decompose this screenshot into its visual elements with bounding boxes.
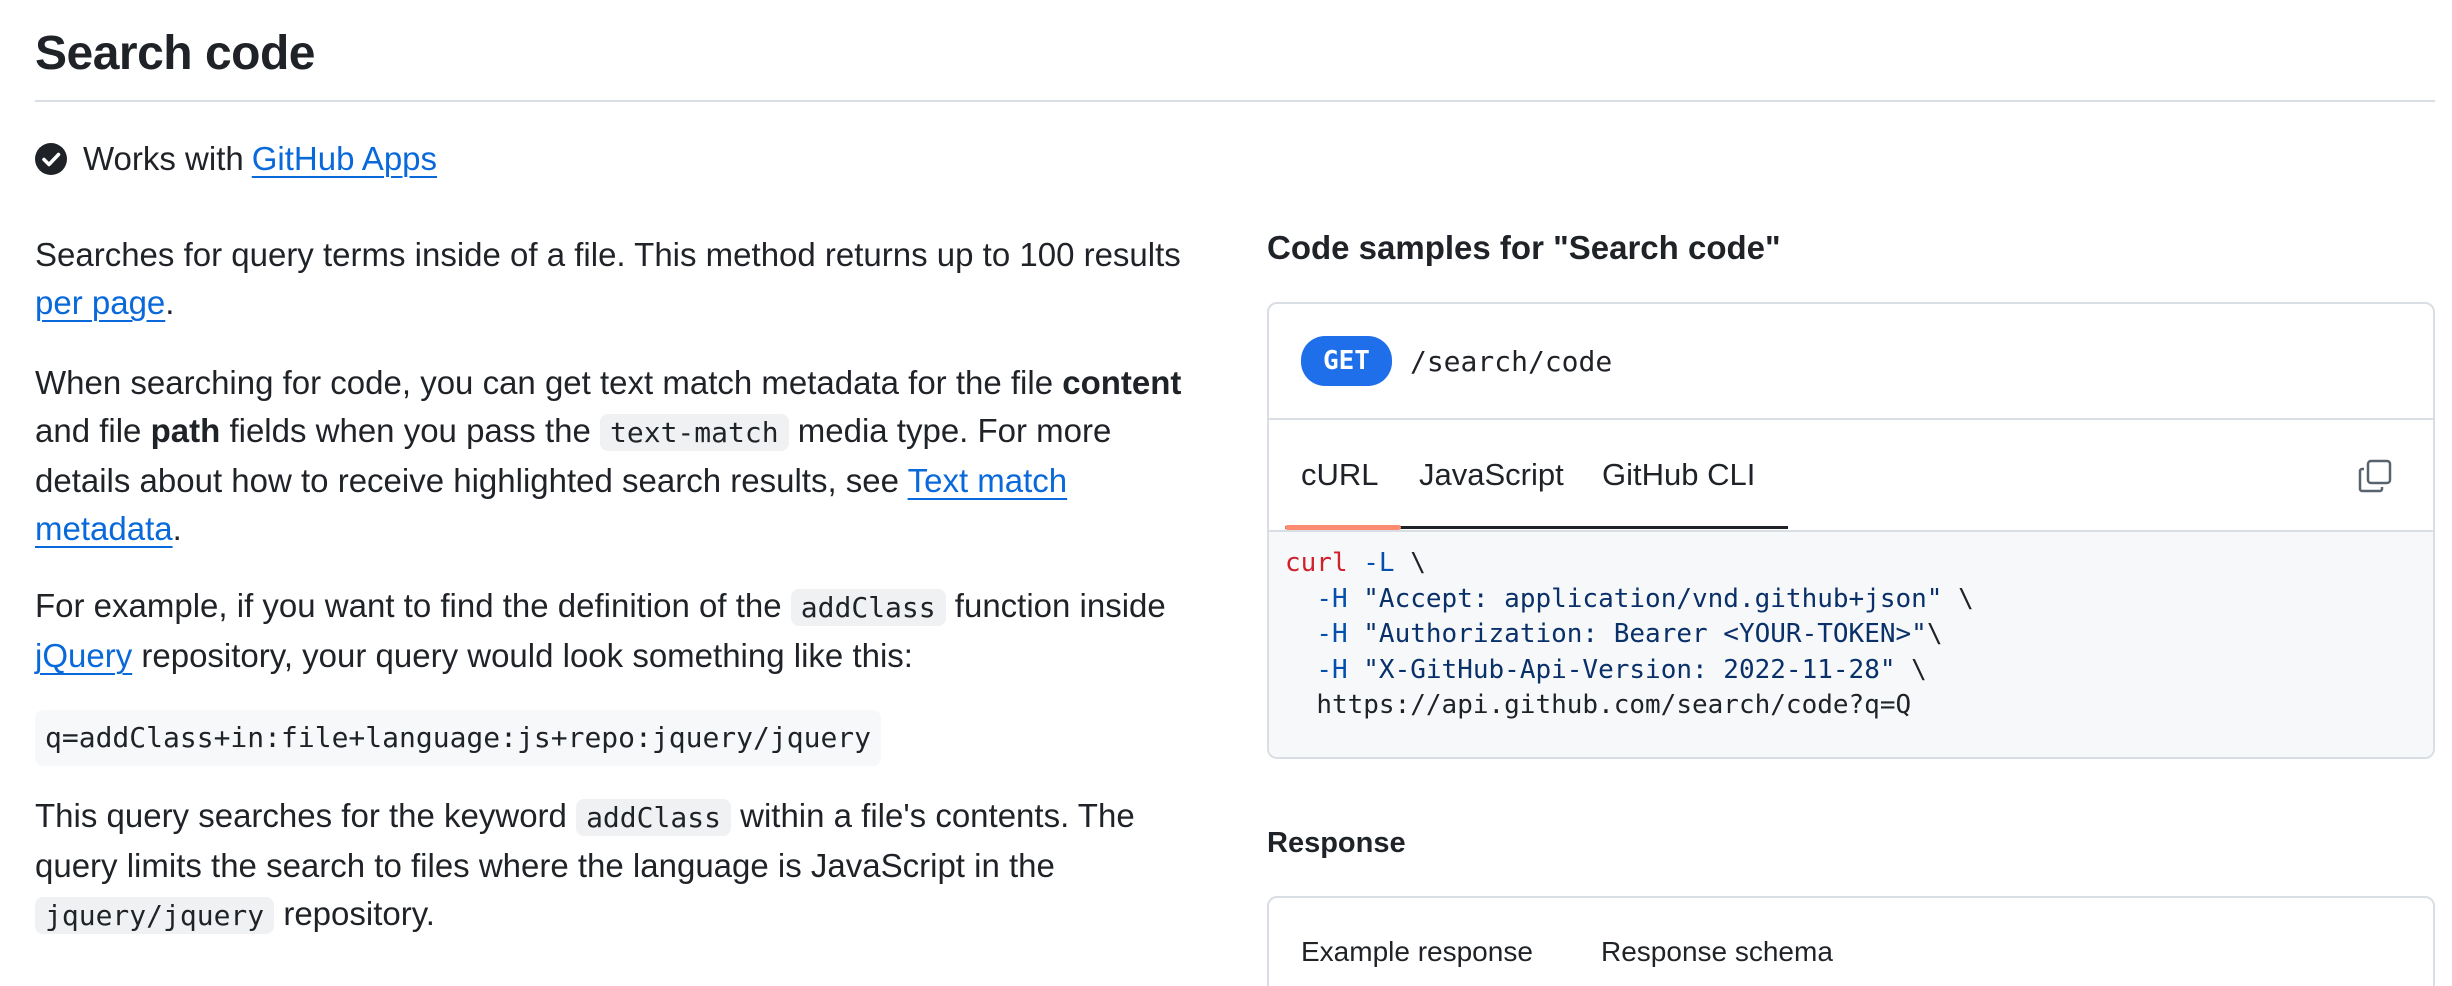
code-version-header: "X-GitHub-Api-Version: 2022-11-28"	[1363, 654, 1896, 685]
code-flag-h1: -H	[1316, 583, 1348, 614]
desc-p2-t5: .	[172, 510, 182, 547]
desc-p1-text: Searches for query terms inside of a fil…	[35, 236, 1181, 273]
endpoint-path: /search/code	[1409, 344, 1613, 378]
title-divider	[35, 100, 2435, 102]
desc-p5-t1: This query searches for the keyword	[35, 797, 567, 834]
desc-p3-t1: For example, if you want to find the def…	[35, 587, 782, 624]
code-line2-rest: \	[1942, 583, 1974, 614]
tab-javascript[interactable]: JavaScript	[1419, 420, 1564, 530]
response-heading: Response	[1267, 827, 1406, 859]
text-match-code: text-match	[600, 414, 789, 451]
copy-icon[interactable]	[2357, 458, 2393, 494]
code-line4-rest: \	[1895, 654, 1927, 685]
desc-p2-t2: and file	[35, 412, 142, 449]
jquery-repo-code: jquery/jquery	[35, 897, 275, 934]
works-with-label: Works with	[83, 140, 244, 177]
github-apps-link[interactable]: GitHub Apps	[252, 138, 437, 180]
check-circle-icon	[35, 143, 67, 175]
desc-p1-end: .	[165, 284, 175, 321]
description-paragraph-1: Searches for query terms inside of a fil…	[35, 231, 1205, 327]
query-example: q=addClass+in:file+language:js+repo:jque…	[35, 710, 1205, 766]
description-paragraph-5: This query searches for the keyword addC…	[35, 792, 1205, 940]
works-with-row: Works with GitHub Apps	[35, 138, 437, 180]
page-title: Search code	[35, 27, 315, 80]
code-samples-heading: Code samples for "Search code"	[1267, 229, 1781, 266]
response-panel: Example response Response schema	[1267, 896, 2435, 986]
per-page-link[interactable]: per page	[35, 284, 165, 321]
desc-p3-t3: repository, your query would look someth…	[141, 637, 913, 674]
addclass-code-2: addClass	[576, 799, 731, 836]
desc-p2-t1: When searching for code, you can get tex…	[35, 364, 1054, 401]
desc-p3-t2: function inside	[954, 587, 1166, 624]
code-flag-l: -L	[1363, 548, 1395, 578]
code-line1-rest: \	[1394, 548, 1426, 578]
desc-p2-bold-path: path	[150, 412, 221, 449]
code-flag-h2: -H	[1316, 619, 1348, 649]
code-flag-h3: -H	[1316, 654, 1348, 685]
addclass-code: addClass	[790, 589, 946, 626]
http-method-badge: GET	[1301, 336, 1392, 386]
code-url: https://api.github.com/search/code?q=Q	[1316, 690, 1912, 720]
tab-response-schema[interactable]: Response schema	[1601, 936, 1833, 968]
endpoint-row: GET /search/code	[1269, 304, 2433, 420]
tab-curl[interactable]: cURL	[1301, 420, 1379, 530]
tab-example-response[interactable]: Example response	[1301, 936, 1533, 968]
language-tabs: cURL JavaScript GitHub CLI	[1269, 420, 2433, 532]
desc-p2-bold-content: content	[1062, 364, 1182, 401]
desc-p5-t3: repository.	[283, 895, 435, 932]
tab-github-cli[interactable]: GitHub CLI	[1602, 420, 1755, 530]
active-tab-indicator	[1285, 525, 1401, 530]
description-paragraph-3: For example, if you want to find the def…	[35, 582, 1205, 680]
desc-p2-t3: fields when you pass the	[229, 412, 591, 449]
code-sample-panel: GET /search/code cURL JavaScript GitHub …	[1267, 302, 2435, 759]
jquery-link[interactable]: jQuery	[35, 637, 132, 674]
description-paragraph-2: When searching for code, you can get tex…	[35, 359, 1205, 553]
code-line3-rest: \	[1926, 619, 1943, 649]
code-auth-header: "Authorization: Bearer <YOUR-TOKEN>"	[1363, 619, 1927, 649]
code-curl-cmd: curl	[1285, 548, 1348, 578]
code-accept-header: "Accept: application/vnd.github+json"	[1363, 583, 1943, 614]
query-example-code: q=addClass+in:file+language:js+repo:jque…	[35, 710, 882, 766]
code-block: curl -L \ -H "Accept: application/vnd.gi…	[1269, 532, 2433, 757]
